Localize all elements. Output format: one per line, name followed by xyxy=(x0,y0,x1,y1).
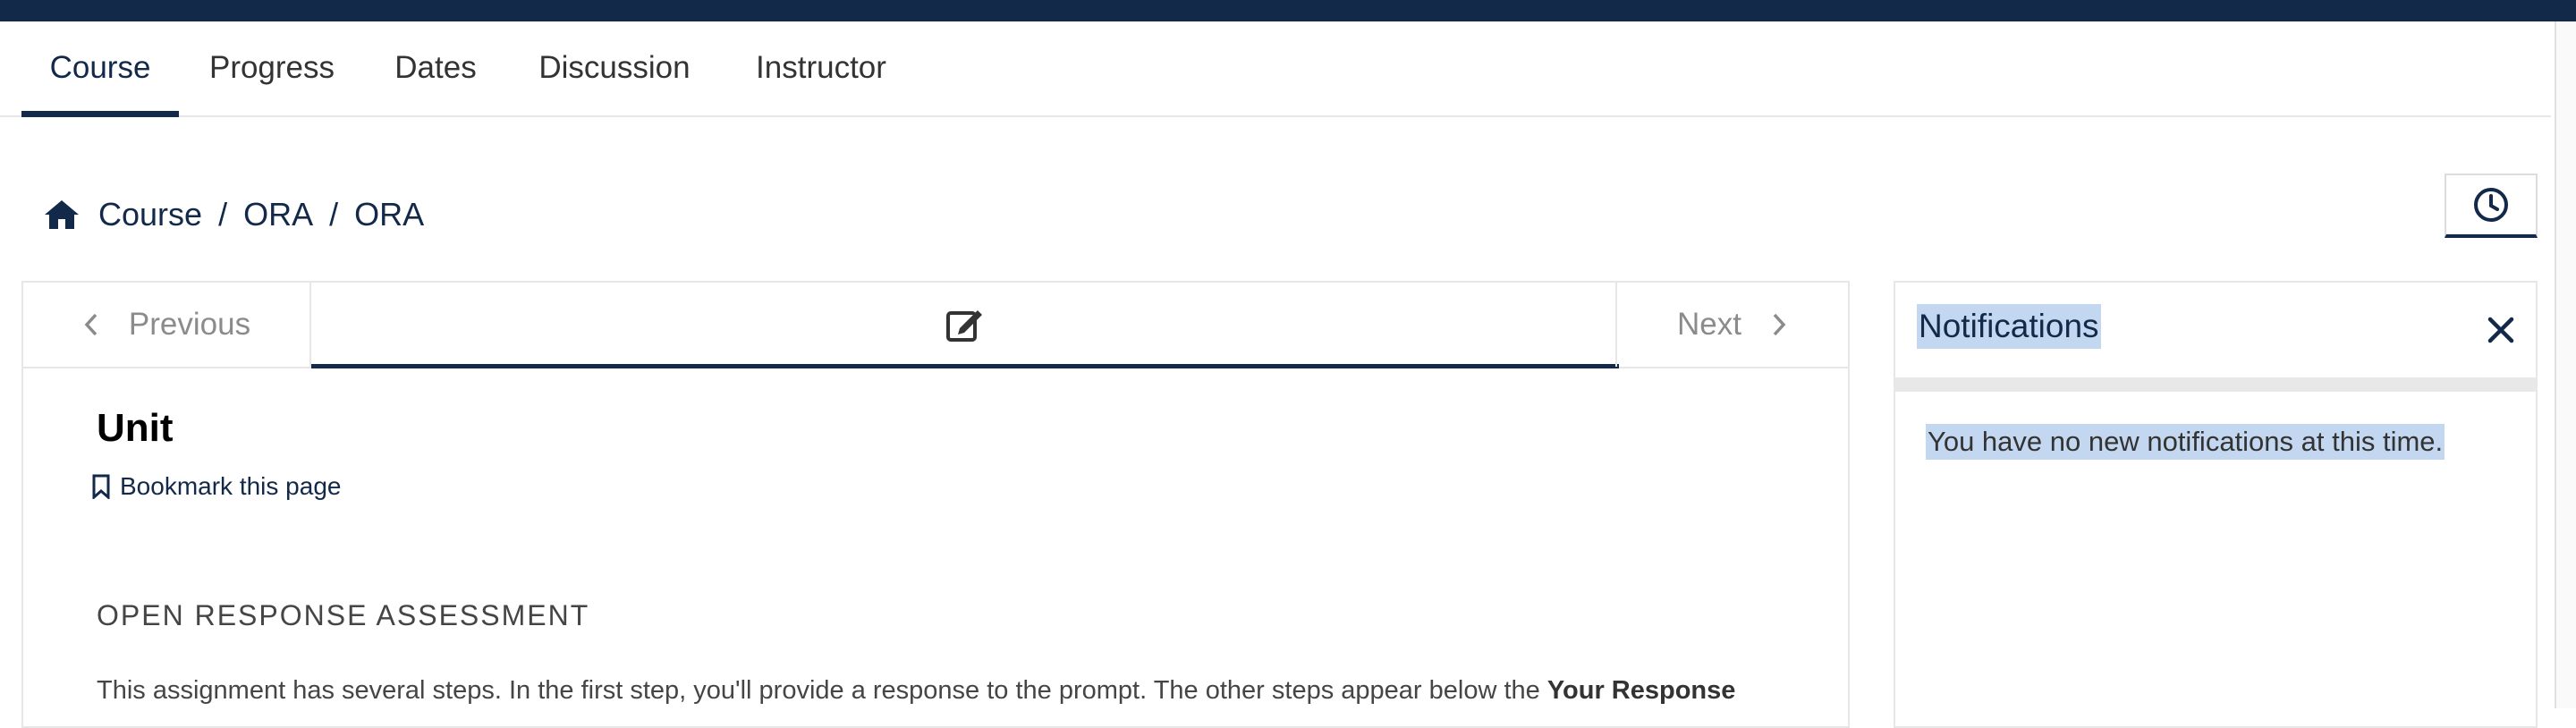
tab-discussion[interactable]: Discussion xyxy=(522,21,707,115)
page-scrollbar[interactable] xyxy=(2555,21,2576,708)
unit-title: Unit xyxy=(97,406,174,450)
unit-tab-ora[interactable] xyxy=(311,283,1619,368)
close-icon xyxy=(2487,317,2514,343)
chevron-right-icon xyxy=(1773,313,1786,336)
next-label: Next xyxy=(1677,307,1741,342)
ora-instructions: This assignment has several steps. In th… xyxy=(97,676,1850,706)
unit-content-card: Previous Next Unit Bookmark this page OP… xyxy=(21,281,1850,728)
chevron-left-icon xyxy=(84,313,97,336)
bookmark-icon xyxy=(92,474,110,499)
notifications-divider xyxy=(1895,377,2536,392)
breadcrumb-section[interactable]: ORA xyxy=(243,196,313,233)
previous-label: Previous xyxy=(128,307,251,342)
bookmark-button[interactable]: Bookmark this page xyxy=(91,472,341,501)
tab-instructor[interactable]: Instructor xyxy=(735,21,907,115)
schedule-button[interactable] xyxy=(2445,174,2538,238)
ora-instructions-bold: Your Response xyxy=(1546,676,1736,705)
next-button[interactable]: Next xyxy=(1615,283,1848,367)
tab-progress[interactable]: Progress xyxy=(193,21,351,115)
breadcrumb: Course / ORA / ORA xyxy=(43,188,424,241)
tab-course[interactable]: Course xyxy=(21,21,179,117)
close-notifications-button[interactable] xyxy=(2486,315,2516,350)
notifications-empty-message: You have no new notifications at this ti… xyxy=(1926,424,2445,460)
ora-instructions-text: This assignment has several steps. In th… xyxy=(97,676,1547,705)
edit-icon xyxy=(946,310,982,342)
breadcrumb-subsection[interactable]: ORA xyxy=(354,196,424,233)
breadcrumb-separator: / xyxy=(329,196,339,233)
tab-dates[interactable]: Dates xyxy=(379,21,492,115)
ora-heading: OPEN RESPONSE ASSESSMENT xyxy=(97,599,590,631)
notifications-title: Notifications xyxy=(1917,304,2101,349)
breadcrumb-course[interactable]: Course xyxy=(98,196,202,233)
breadcrumb-separator: / xyxy=(218,196,228,233)
top-header-bar xyxy=(0,0,2576,21)
home-icon[interactable] xyxy=(43,199,80,231)
clock-icon xyxy=(2474,188,2508,222)
previous-button[interactable]: Previous xyxy=(23,283,311,367)
course-tabs: Course Progress Dates Discussion Instruc… xyxy=(0,21,2551,117)
sequence-navigation: Previous Next xyxy=(23,283,1848,368)
bookmark-label: Bookmark this page xyxy=(120,472,342,500)
notifications-panel: Notifications You have no new notificati… xyxy=(1894,281,2538,728)
